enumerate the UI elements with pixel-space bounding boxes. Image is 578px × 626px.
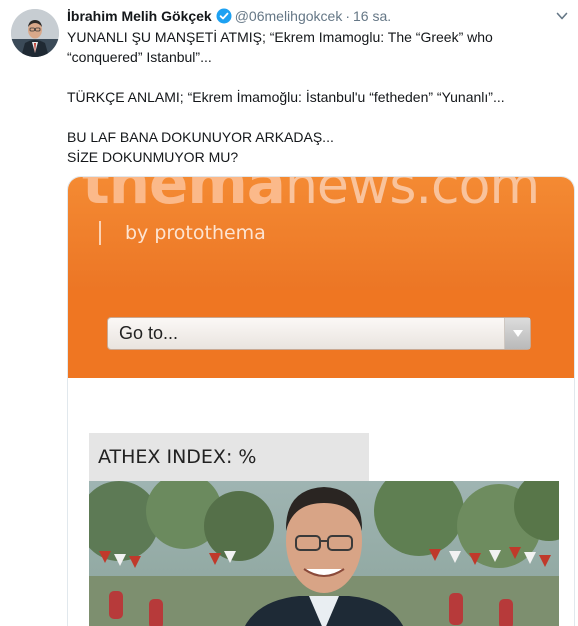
- avatar-image: [11, 9, 59, 57]
- tweet[interactable]: İbrahim Melih Gökçek @06melihgokcek · 16 sa…: [0, 0, 578, 626]
- user-handle[interactable]: @06melihgokcek: [235, 8, 343, 24]
- goto-select[interactable]: Go to...: [107, 317, 531, 350]
- display-name[interactable]: İbrahim Melih Gökçek: [67, 8, 212, 24]
- attached-image-card[interactable]: themanews.com by protothema Go to... ATH…: [67, 176, 575, 626]
- thema-logo: themanews.com: [82, 176, 540, 217]
- tweet-text-line: BU LAF BANA DOKUNUYOR ARKADAŞ...: [67, 129, 334, 145]
- news-photo: [89, 481, 559, 626]
- news-photo-image: [89, 481, 559, 626]
- tweet-text-line: TÜRKÇE ANLAMI; “Ekrem İmamoğlu: İstanbul…: [67, 89, 505, 105]
- athex-index-label: ATHEX INDEX: %: [89, 433, 369, 481]
- by-line: by protothema: [125, 222, 266, 244]
- goto-select-value: Go to...: [119, 323, 179, 343]
- chevron-down-icon[interactable]: [555, 9, 569, 23]
- logo-suffix: news.com: [284, 176, 540, 216]
- tweet-text-line: SİZE DOKUNMUYOR MU?: [67, 149, 239, 165]
- verified-badge-icon: [216, 8, 232, 29]
- tweet-header: İbrahim Melih Gökçek @06melihgokcek · 16 sa…: [67, 6, 567, 26]
- logo-main: thema: [82, 176, 286, 217]
- tweet-text-line: YUNANLI ŞU MANŞETİ ATMIŞ; “Ekrem Imamogl…: [67, 29, 493, 65]
- thema-nav-bar: Go to...: [68, 290, 574, 378]
- avatar[interactable]: [11, 9, 59, 57]
- logo-divider: [99, 221, 101, 245]
- separator-dot: ·: [345, 8, 350, 24]
- tweet-text: YUNANLI ŞU MANŞETİ ATMIŞ; “Ekrem Imamogl…: [67, 27, 572, 167]
- timestamp[interactable]: 16 sa.: [353, 8, 391, 24]
- thema-header: themanews.com by protothema: [68, 176, 574, 290]
- triangle-down-icon[interactable]: [504, 318, 530, 349]
